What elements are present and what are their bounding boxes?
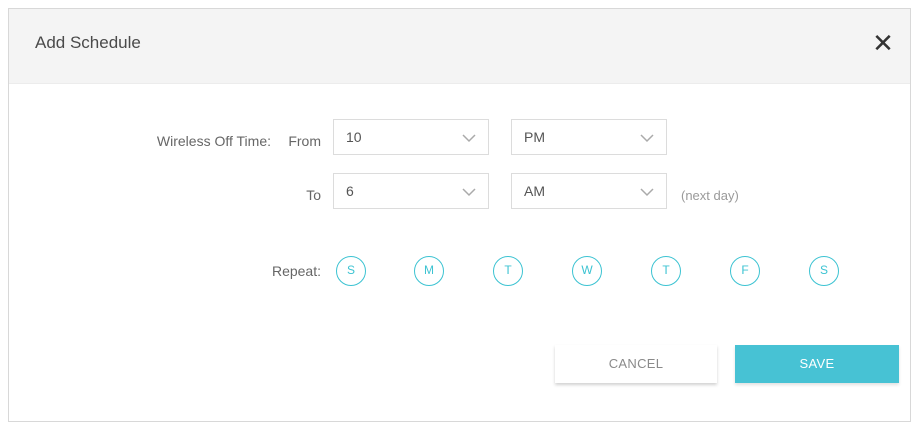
chevron-down-icon bbox=[462, 134, 476, 143]
next-day-hint: (next day) bbox=[681, 188, 739, 203]
from-label: From bbox=[288, 133, 321, 149]
day-toggle-thursday[interactable]: T bbox=[651, 256, 681, 286]
chevron-down-icon bbox=[640, 188, 654, 197]
chevron-down-icon bbox=[640, 134, 654, 143]
day-toggle-wednesday[interactable]: W bbox=[572, 256, 602, 286]
chevron-down-icon bbox=[462, 188, 476, 197]
day-toggle-tuesday[interactable]: T bbox=[493, 256, 523, 286]
day-toggle-friday[interactable]: F bbox=[730, 256, 760, 286]
to-period-value: AM bbox=[524, 183, 545, 199]
cancel-button[interactable]: CANCEL bbox=[555, 345, 717, 383]
wireless-off-time-label: Wireless Off Time: bbox=[156, 133, 271, 149]
from-hour-select[interactable]: 10 bbox=[333, 119, 489, 155]
to-label: To bbox=[306, 187, 321, 203]
day-toggle-monday[interactable]: M bbox=[414, 256, 444, 286]
dialog-title: Add Schedule bbox=[35, 33, 141, 52]
to-hour-select[interactable]: 6 bbox=[333, 173, 489, 209]
add-schedule-dialog: Add Schedule ✕ Wireless Off Time: From 1… bbox=[8, 8, 911, 422]
repeat-label: Repeat: bbox=[271, 263, 321, 279]
day-toggle-saturday[interactable]: S bbox=[809, 256, 839, 286]
from-hour-value: 10 bbox=[346, 129, 362, 145]
save-button[interactable]: SAVE bbox=[735, 345, 899, 383]
to-hour-value: 6 bbox=[346, 183, 354, 199]
from-period-value: PM bbox=[524, 129, 545, 145]
close-icon[interactable]: ✕ bbox=[870, 31, 896, 57]
to-period-select[interactable]: AM bbox=[511, 173, 667, 209]
day-toggle-sunday[interactable]: S bbox=[336, 256, 366, 286]
from-period-select[interactable]: PM bbox=[511, 119, 667, 155]
dialog-header: Add Schedule ✕ bbox=[9, 9, 910, 84]
